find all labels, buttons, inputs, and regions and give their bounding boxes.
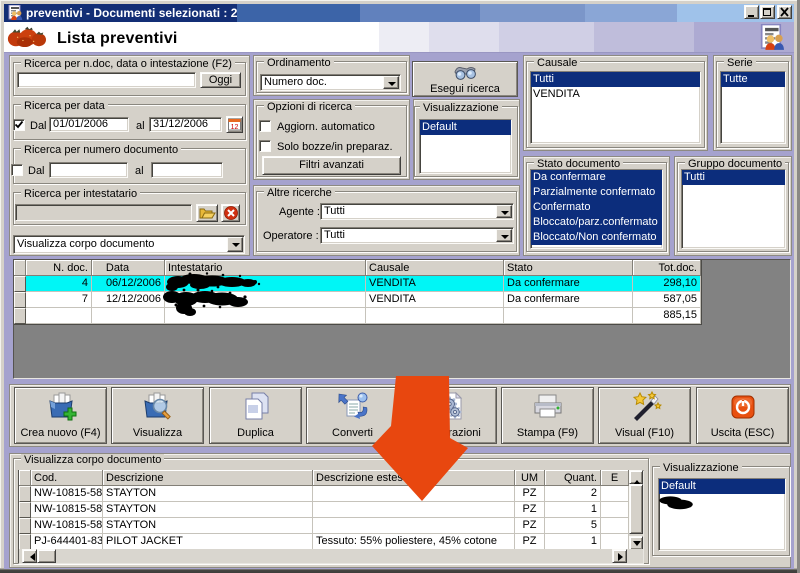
svg-text:12: 12 (231, 124, 239, 131)
